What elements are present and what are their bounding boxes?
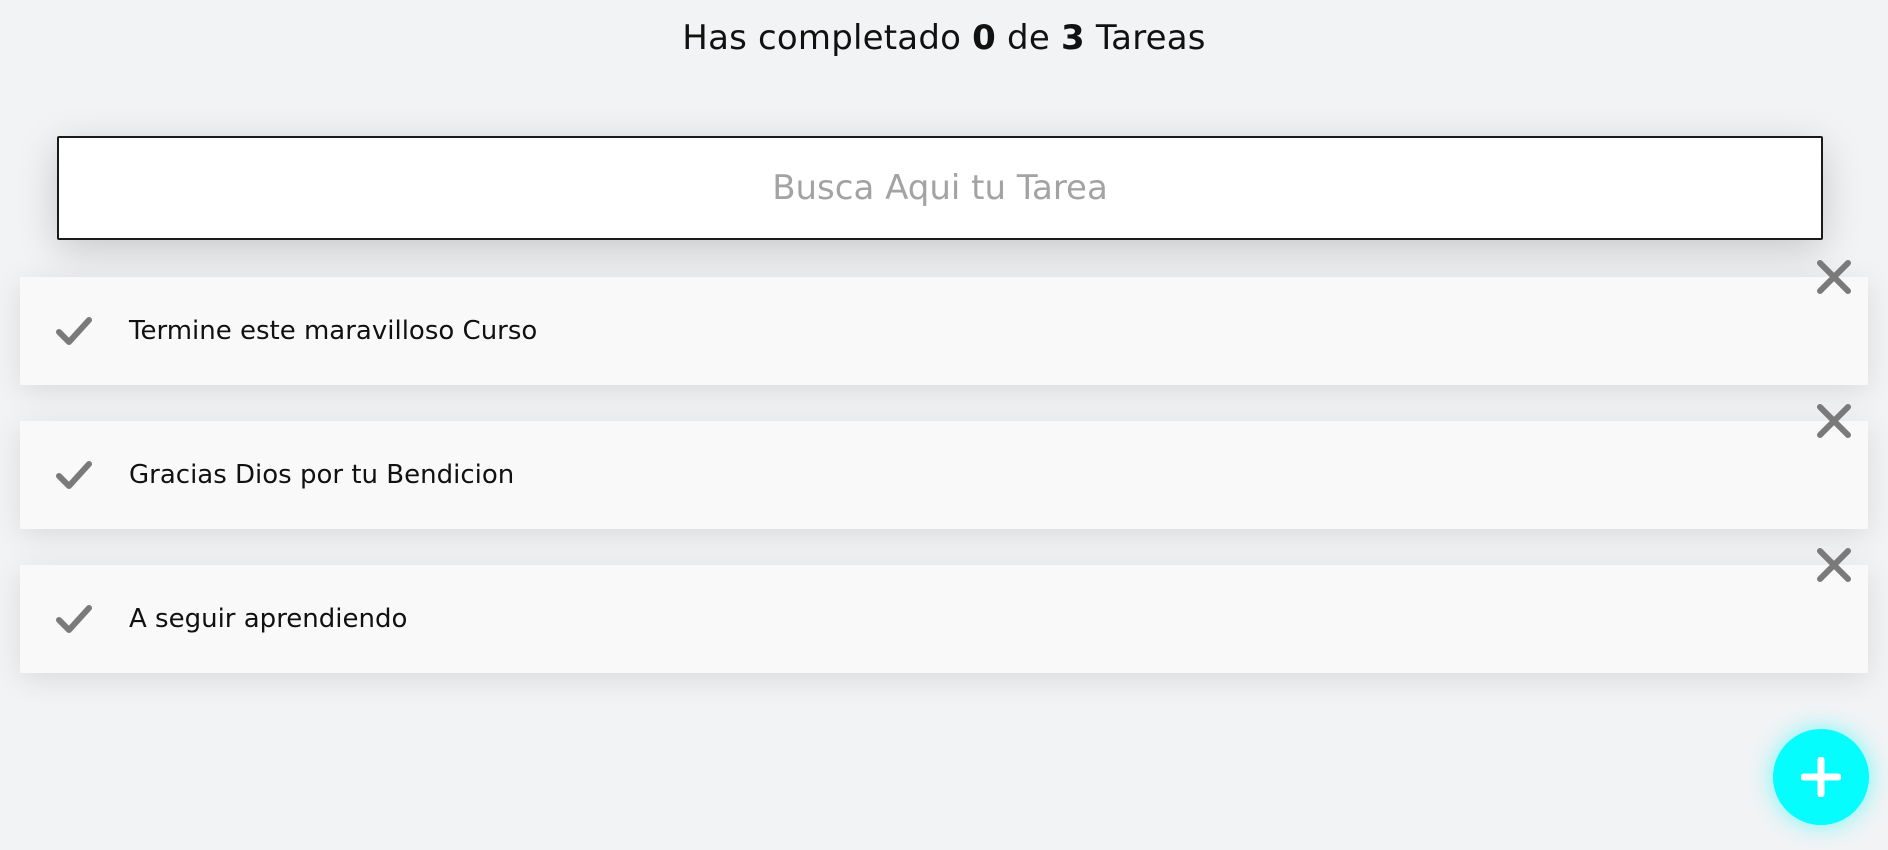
search-container <box>57 136 1823 240</box>
todo-item: Termine este maravilloso Curso <box>20 260 1868 385</box>
close-icon[interactable] <box>1814 257 1854 297</box>
todo-item: Gracias Dios por tu Bendicion <box>20 404 1868 529</box>
add-task-button[interactable] <box>1773 729 1869 825</box>
todo-list: Termine este maravilloso Curso Gracias D… <box>20 260 1868 709</box>
todo-text: Gracias Dios por tu Bendicion <box>129 460 515 490</box>
task-counter: Has completado 0 de 3 Tareas <box>0 18 1888 58</box>
check-icon[interactable] <box>54 311 94 351</box>
check-icon[interactable] <box>54 455 94 495</box>
todo-text: A seguir aprendiendo <box>129 604 408 634</box>
todo-text: Termine este maravilloso Curso <box>129 316 538 346</box>
counter-prefix: Has completado <box>682 18 962 58</box>
completed-count: 0 <box>972 18 997 58</box>
search-input[interactable] <box>57 136 1823 240</box>
counter-middle: de <box>1007 18 1050 58</box>
check-icon[interactable] <box>54 599 94 639</box>
close-icon[interactable] <box>1814 545 1854 585</box>
counter-suffix: Tareas <box>1095 18 1206 58</box>
todo-item: A seguir aprendiendo <box>20 548 1868 673</box>
close-icon[interactable] <box>1814 401 1854 441</box>
plus-icon <box>1801 757 1841 797</box>
total-count: 3 <box>1060 18 1085 58</box>
